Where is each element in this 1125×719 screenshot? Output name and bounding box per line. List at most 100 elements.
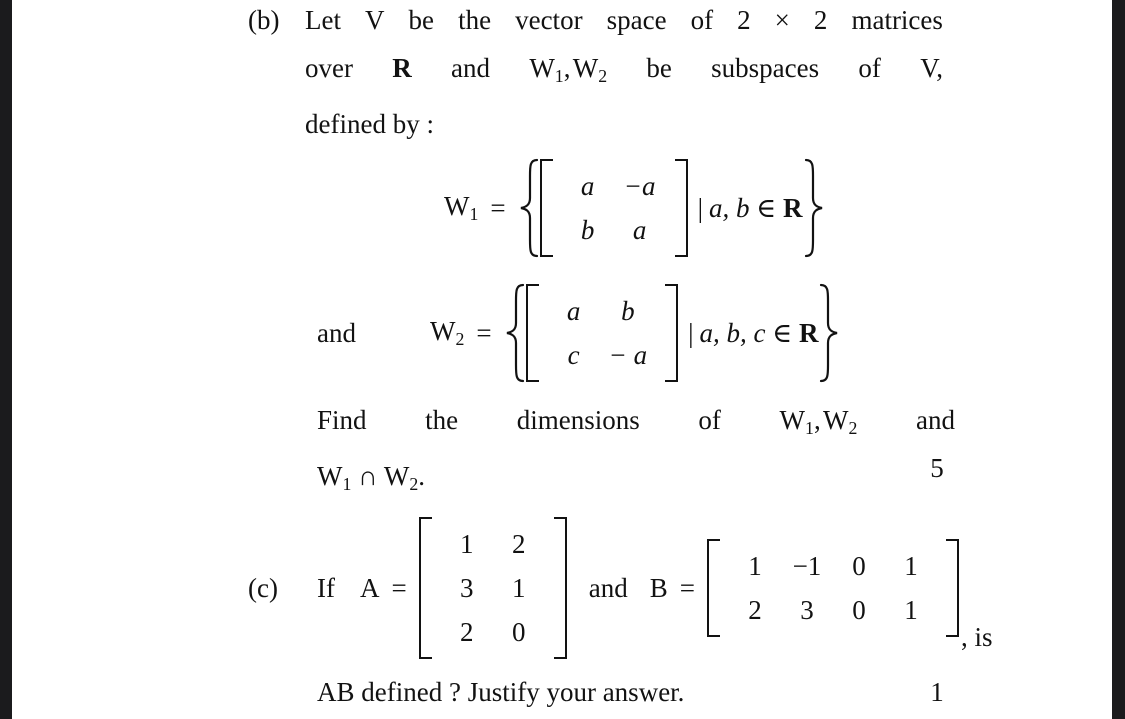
matrix-a-cell-2-1: 0 [511,617,526,647]
question-b-label: (b) [248,5,280,35]
matrix-b-cell-0-0: 1 [748,551,762,581]
w1-condition: | a, b ∈ R [698,193,803,224]
w-and: and [451,53,491,83]
w-space: space [606,5,667,35]
question-b-task: Find the dimensions of W1, W2 and W1 ∩ W… [12,396,1112,508]
w-the: the [458,5,492,35]
matrix-b-name: B [649,572,668,603]
right-curly-brace [803,158,825,258]
intersection-line: W1 ∩ W2. [317,460,426,494]
w2-condition: | a, b, c ∈ R [688,318,818,349]
matrix-bracket-left [418,517,432,659]
matrix-bracket-left [539,159,553,257]
w-the3: the [425,405,459,435]
question-c-conjunction: and [588,572,628,603]
question-c: (c) If A = 1 2 3 1 2 0 and B = 1 −1 0 1 … [12,517,1112,659]
w1-field: R [783,192,803,223]
and-connector: and [317,317,356,348]
w-over: over [305,53,353,83]
w2-name: W2 [429,316,465,349]
w-dimensions: dimensions [516,405,640,435]
question-b: (b) Let V be the vector space of 2 × 2 m… [12,0,1112,148]
matrix-b-cell-1-3: 1 [904,595,918,625]
matrix-b-cell-0-1: −1 [792,551,822,581]
matrix-b-cell-0-2: 0 [852,551,866,581]
left-curly-brace-2 [504,283,526,383]
subspace-list: W1, W2 [529,53,608,86]
matrix-a-equals: = [391,572,407,603]
w1-cell-0-0: a [580,171,595,201]
question-c-suffix: , is [960,622,993,652]
w1-name: W1 [444,191,479,224]
left-page-edge [0,0,12,719]
left-curly-brace [518,158,540,258]
w2-matrix: a b c − a [525,284,679,382]
w1-cell-0-1: −a [623,171,656,201]
matrix-bracket-left [706,539,720,637]
w2-field: R [798,317,819,348]
w1-equals: = [490,192,506,223]
field-r-symbol: R [392,53,412,83]
w2-condition-vars: a, b, c [699,317,766,348]
w-be2: be [646,53,672,83]
find-dimensions-line: Find the dimensions of W1, W2 and [317,396,955,452]
matrix-a-cell-0-1: 2 [511,529,526,559]
matrix-b: 1 −1 0 1 2 3 0 1 [706,539,959,637]
w2-cell-0-0: a [566,296,581,326]
w-let: Let [305,5,341,35]
question-c-label: (c) [248,572,278,603]
condition-bar: | [688,317,694,348]
matrix-b-cell-0-3: 1 [904,551,918,581]
w-be: be [408,5,435,35]
matrix-b-cell-1-2: 0 [852,595,866,625]
w1-cell-1-1: a [632,215,647,245]
w-of3: of [698,405,721,435]
w-vector: vector [515,5,583,35]
matrix-bracket-left [525,284,539,382]
question-b-line-3: defined by : [305,108,434,139]
question-b-line-2: over R and W1, W2 be subspaces of V, [305,44,943,100]
w-two-b: 2 [813,5,828,35]
w1-definition: W1 = a −a b a | a, b ∈ R [12,158,1112,258]
condition-bar: | [697,192,704,223]
question-c-final-line: AB defined ? Justify your answer. [317,677,685,707]
w2-cell-0-1: b [621,296,635,326]
matrix-b-equals: = [679,572,695,603]
w2-equals: = [476,317,492,348]
w-subspaces: subspaces [711,53,820,83]
subspace-list-2: W1, W2 [779,405,858,438]
matrix-a-cell-0-0: 1 [459,529,474,559]
w2-cell-1-1: − a [608,340,648,370]
w-matrices: matrices [851,5,943,35]
right-page-edge [1112,0,1125,719]
matrix-a-name: A [359,572,380,603]
element-of-icon: ∈ [756,192,777,223]
question-c-marks: 1 [930,677,944,707]
times-symbol: × [774,5,790,35]
element-of-icon: ∈ [772,317,793,348]
matrix-a-cell-2-0: 2 [459,617,474,647]
w1-matrix: a −a b a [539,159,688,257]
right-curly-brace-2 [818,283,840,383]
w1-cell-1-0: b [580,215,595,245]
w-v: V [365,5,385,35]
w-of2: of [858,53,881,83]
matrix-bracket-right [945,539,959,637]
question-c-prefix: If [317,572,335,603]
document-page: (b) Let V be the vector space of 2 × 2 m… [12,0,1112,719]
matrix-b-cell-1-0: 2 [748,595,762,625]
w-find: Find [317,405,367,435]
w-v2: V, [920,53,943,83]
w-of: of [690,5,714,35]
w1-condition-vars: a, b [709,192,750,223]
question-c-final: AB defined ? Justify your answer. 1 [12,668,1112,716]
w-two-a: 2 [737,5,751,35]
matrix-bracket-right [553,517,567,659]
matrix-bracket-right [674,159,688,257]
w2-definition: and W2 = a b c − a | a, b, c ∈ R [12,283,1112,383]
question-b-line-1: Let V be the vector space of 2 × 2 matri… [305,0,943,44]
matrix-bracket-right [665,284,679,382]
matrix-a-cell-1-0: 3 [459,573,474,603]
matrix-a-cell-1-1: 1 [511,573,526,603]
matrix-b-cell-1-1: 3 [800,595,814,625]
